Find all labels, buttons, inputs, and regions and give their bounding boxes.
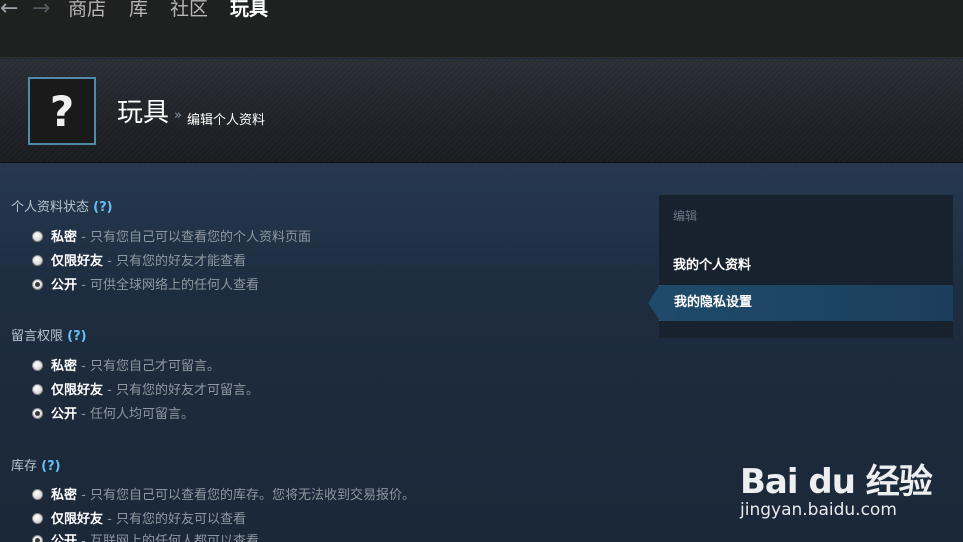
option-name: 公开 — [51, 407, 78, 422]
option-desc: - 只有您自己可以查看您的库存。您将无法收到交易报价。 — [77, 488, 415, 503]
radio-button-icon[interactable] — [32, 513, 43, 524]
nav-user[interactable]: 玩具 — [230, 0, 268, 24]
radio-profile-private[interactable]: 私密 - 只有您自己可以查看您的个人资料页面 — [32, 226, 311, 245]
help-link-inventory[interactable]: (?) — [41, 459, 60, 474]
radio-inventory-private[interactable]: 私密 - 只有您自己可以查看您的库存。您将无法收到交易报价。 — [32, 484, 415, 503]
sidebar-item-my-profile[interactable]: 我的个人资料 — [659, 248, 953, 284]
radio-button-checked-icon[interactable] — [32, 408, 43, 419]
nav-library[interactable]: 库 — [129, 0, 148, 24]
section-title-comments: 留言权限 (?) — [11, 325, 87, 344]
watermark-logo: Bai du 经验 — [740, 462, 933, 502]
option-name: 公开 — [51, 278, 78, 293]
edit-sidebar: 编辑 我的个人资料 我的隐私设置 — [648, 195, 953, 338]
radio-comments-friends[interactable]: 仅限好友 - 只有您的好友才可留言。 — [32, 379, 259, 398]
radio-button-icon[interactable] — [32, 360, 43, 371]
radio-inventory-friends[interactable]: 仅限好友 - 只有您的好友可以查看 — [32, 508, 246, 527]
option-desc: - 任何人均可留言。 — [77, 407, 194, 422]
option-desc: - 只有您的好友才能查看 — [103, 254, 246, 269]
radio-comments-private[interactable]: 私密 - 只有您自己才可留言。 — [32, 355, 220, 374]
section-title-profile: 个人资料状态 (?) — [11, 196, 113, 215]
nav-community[interactable]: 社区 — [170, 0, 208, 24]
option-name: 公开 — [51, 534, 78, 542]
option-desc: - 可供全球网络上的任何人查看 — [77, 278, 259, 293]
radio-inventory-public[interactable]: 公开 - 互联网上的任何人都可以查看 — [32, 530, 259, 542]
radio-button-checked-icon[interactable] — [32, 535, 43, 542]
back-arrow-icon[interactable]: ← — [0, 0, 18, 24]
baidu-watermark: Bai du 经验 jingyan.baidu.com — [740, 440, 940, 520]
nav-store[interactable]: 商店 — [68, 0, 106, 24]
radio-button-checked-icon[interactable] — [32, 279, 43, 290]
radio-button-icon[interactable] — [32, 489, 43, 500]
radio-comments-public[interactable]: 公开 - 任何人均可留言。 — [32, 403, 194, 422]
profile-header: ? 玩具 » 编辑个人资料 — [0, 59, 963, 163]
radio-profile-friends[interactable]: 仅限好友 - 只有您的好友才能查看 — [32, 250, 246, 269]
top-nav: ← → 商店 库 社区 玩具 — [0, 0, 963, 58]
option-name: 私密 — [51, 359, 78, 374]
option-name: 私密 — [51, 488, 78, 503]
option-desc: - 只有您自己才可留言。 — [77, 359, 220, 374]
avatar[interactable]: ? — [28, 77, 96, 145]
option-desc: - 只有您的好友可以查看 — [103, 512, 246, 527]
radio-button-icon[interactable] — [32, 255, 43, 266]
radio-button-icon[interactable] — [32, 384, 43, 395]
option-name: 仅限好友 — [51, 383, 104, 398]
option-name: 仅限好友 — [51, 512, 104, 527]
persona-name[interactable]: 玩具 — [117, 97, 169, 129]
section-title-inventory: 库存 (?) — [11, 455, 61, 474]
option-desc: - 只有您的好友才可留言。 — [103, 383, 259, 398]
section-title-comments-label: 留言权限 — [11, 329, 64, 344]
breadcrumb-page: 编辑个人资料 — [187, 113, 266, 128]
sidebar-item-privacy-settings[interactable]: 我的隐私设置 — [648, 285, 953, 321]
option-name: 私密 — [51, 230, 78, 245]
option-desc: - 只有您自己可以查看您的个人资料页面 — [77, 230, 311, 245]
breadcrumb-separator: » — [174, 108, 182, 123]
sidebar-title: 编辑 — [673, 209, 698, 223]
forward-arrow-icon[interactable]: → — [32, 0, 50, 24]
help-link-comments[interactable]: (?) — [67, 329, 86, 344]
section-title-profile-label: 个人资料状态 — [11, 200, 90, 215]
option-name: 仅限好友 — [51, 254, 104, 269]
radio-button-icon[interactable] — [32, 231, 43, 242]
section-title-inventory-label: 库存 — [11, 459, 38, 474]
option-desc: - 互联网上的任何人都可以查看 — [77, 534, 259, 542]
radio-profile-public[interactable]: 公开 - 可供全球网络上的任何人查看 — [32, 274, 259, 293]
help-link-profile[interactable]: (?) — [93, 200, 112, 215]
watermark-url: jingyan.baidu.com — [740, 500, 897, 520]
